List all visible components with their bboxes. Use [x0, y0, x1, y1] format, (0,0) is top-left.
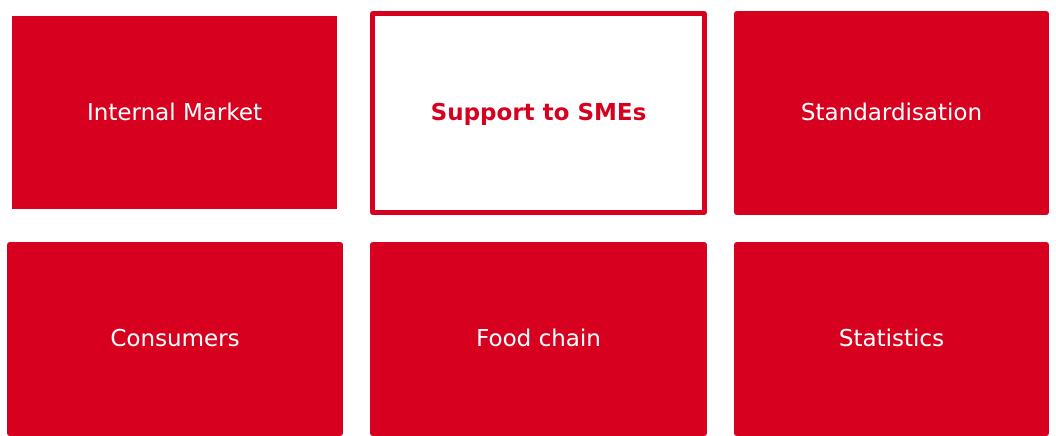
- tile-consumers[interactable]: Consumers: [7, 242, 343, 436]
- tile-food-chain[interactable]: Food chain: [370, 242, 707, 436]
- tile-standardisation[interactable]: Standardisation: [734, 11, 1049, 215]
- tile-label: Food chain: [476, 326, 601, 352]
- topic-tile-grid: Internal Market Support to SMEs Standard…: [0, 0, 1056, 436]
- tile-label: Consumers: [110, 326, 240, 352]
- tile-label: Support to SMEs: [430, 100, 647, 126]
- tile-internal-market[interactable]: Internal Market: [12, 16, 337, 209]
- tile-label: Standardisation: [800, 100, 983, 126]
- tile-label: Statistics: [838, 326, 945, 352]
- tile-statistics[interactable]: Statistics: [734, 242, 1049, 436]
- tile-support-to-smes[interactable]: Support to SMEs: [370, 11, 707, 215]
- tile-label: Internal Market: [86, 99, 262, 126]
